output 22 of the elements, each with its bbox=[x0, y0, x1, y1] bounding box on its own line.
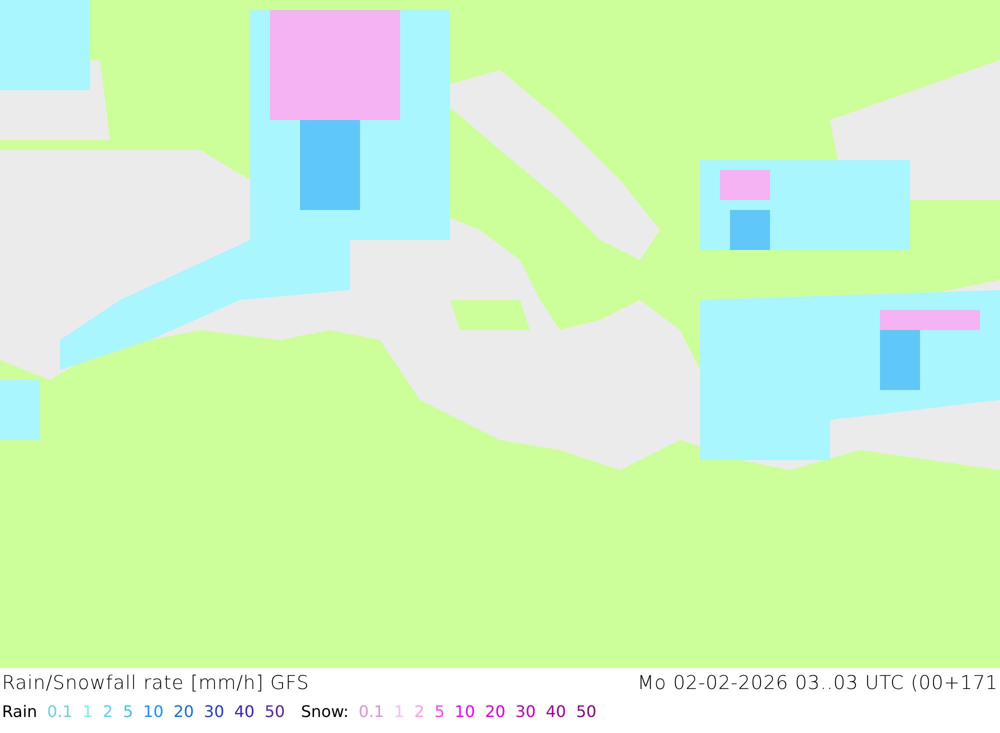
rain-scale-value: 1 bbox=[82, 702, 93, 721]
rain-scale-value: 30 bbox=[204, 702, 224, 721]
snow-scale-value: 0.1 bbox=[358, 702, 384, 721]
snow-scale-value: 10 bbox=[454, 702, 476, 721]
snow-scale-value: 40 bbox=[546, 702, 566, 721]
snow-scale-value: 50 bbox=[576, 702, 596, 721]
forecast-datetime: Mo 02-02-2026 03..03 UTC (00+171 bbox=[638, 672, 998, 694]
snow-scale-value: 20 bbox=[485, 702, 506, 721]
rain-scale-value: 10 bbox=[143, 702, 164, 721]
rain-scale-value: 50 bbox=[264, 702, 285, 721]
snow-label: Snow: bbox=[300, 702, 349, 721]
map-title: Rain/Snowfall rate [mm/h] GFS bbox=[2, 672, 310, 694]
rain-label: Rain bbox=[2, 702, 38, 721]
snow-scale-value: 1 bbox=[394, 702, 404, 721]
rain-scale-value: 20 bbox=[174, 702, 194, 721]
snow-scale-value: 30 bbox=[515, 702, 536, 721]
rain-scale-value: 2 bbox=[102, 702, 113, 721]
snow-scale-value: 5 bbox=[434, 702, 445, 721]
rain-scale-value: 40 bbox=[234, 702, 255, 721]
rain-scale-value: 0.1 bbox=[47, 702, 73, 721]
rain-scale-value: 5 bbox=[122, 702, 134, 721]
snow-scale-value: 2 bbox=[414, 702, 424, 721]
